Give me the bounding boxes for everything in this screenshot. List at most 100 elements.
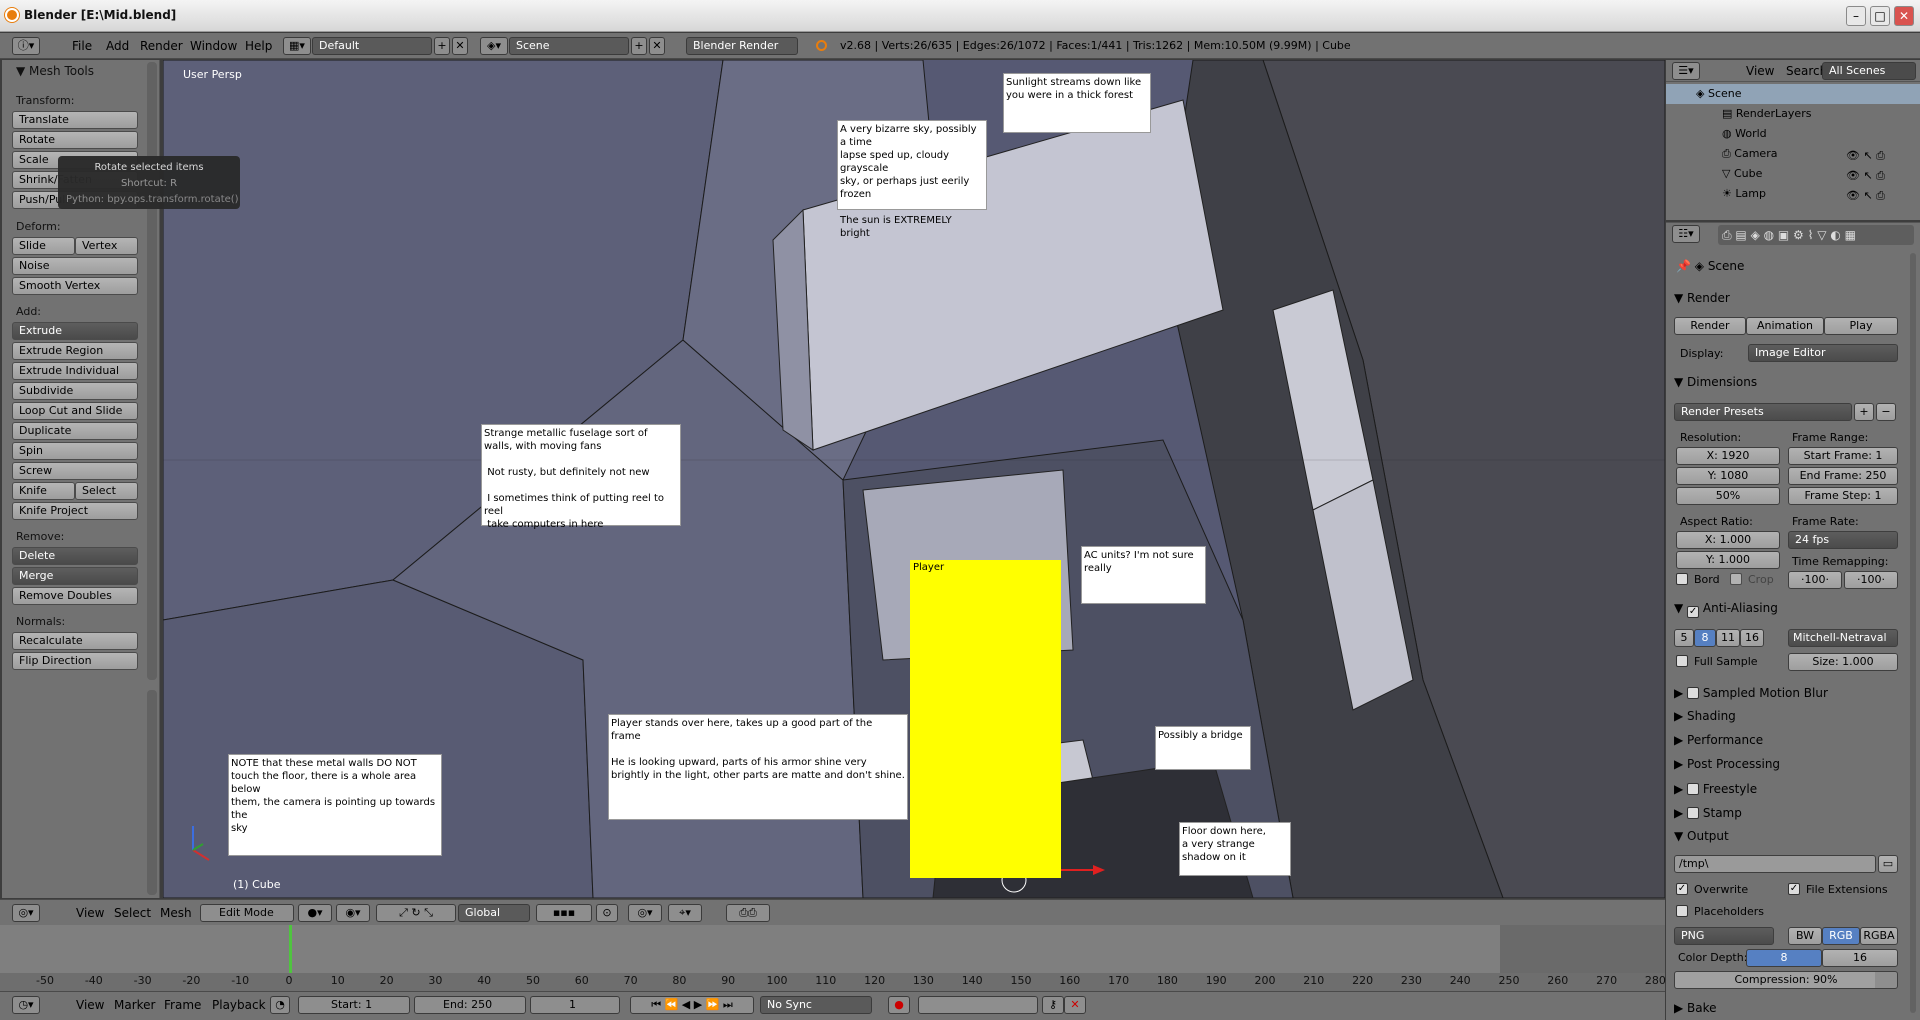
visibility-icons[interactable]: 👁 ↖ ⎙ 👁 ↖ ⎙ 👁 ↖ ⎙ xyxy=(1846,146,1885,206)
render-button[interactable]: Render xyxy=(1674,317,1746,335)
noise-button[interactable]: Noise xyxy=(12,257,138,275)
aspect-y-field[interactable]: Y: 1.000 xyxy=(1676,551,1780,569)
merge-menu[interactable]: Merge xyxy=(12,567,138,585)
tool-shelf-scrollbar[interactable] xyxy=(147,62,157,680)
screen-layout-field[interactable]: Default xyxy=(312,37,432,55)
aa-samples-8[interactable]: 8 xyxy=(1694,629,1716,647)
playback-controls-icon[interactable]: ⏮ ⏪ ◀ ▶ ⏩ ⏭ xyxy=(630,996,754,1014)
manipulator-icon[interactable]: ⤢ ↻ ⤡ xyxy=(376,904,456,922)
remap-new-field[interactable]: ·100· xyxy=(1844,571,1898,589)
color-bw-button[interactable]: BW xyxy=(1788,927,1822,945)
minimize-button[interactable]: – xyxy=(1846,6,1866,26)
color-rgb-button[interactable]: RGB xyxy=(1822,927,1860,945)
pivot-point-icon[interactable]: ◉▾ xyxy=(336,904,370,922)
freestyle-checkbox[interactable] xyxy=(1687,783,1700,795)
translate-button[interactable]: Translate xyxy=(12,111,138,129)
select-mode-icon[interactable]: ▪▪▪ xyxy=(536,904,592,922)
end-frame-field[interactable]: End: 250 xyxy=(414,996,526,1014)
timeline-ruler[interactable]: -50 -40 -30 -20 -10 0 10 20 30 40 50 60 70 80 90 100 110… xyxy=(0,973,1666,991)
crop-checkbox[interactable] xyxy=(1730,573,1742,585)
viewport-shading-icon[interactable]: ●▾ xyxy=(298,904,332,922)
menu-add[interactable]: Add xyxy=(106,39,129,53)
timeline-editor[interactable]: -50 -40 -30 -20 -10 0 10 20 30 40 50 60 70 80 90 100 110… xyxy=(0,925,1666,991)
timeline-playback-menu[interactable]: Playback xyxy=(212,998,266,1012)
color-depth-16-button[interactable]: 16 xyxy=(1822,949,1898,967)
anti-aliasing-panel-header[interactable]: ▼ ✓ Anti-Aliasing xyxy=(1674,601,1778,618)
placeholders-checkbox[interactable] xyxy=(1676,905,1688,917)
slide-vertex-button[interactable]: Vertex xyxy=(75,237,138,255)
snap-icon[interactable]: ⌖▾ xyxy=(668,904,702,922)
remove-preset-button[interactable]: − xyxy=(1876,403,1896,421)
sync-select[interactable]: No Sync xyxy=(760,996,872,1014)
render-presets-select[interactable]: Render Presets xyxy=(1674,403,1852,421)
remove-screen-button[interactable]: ✕ xyxy=(452,37,468,55)
properties-scrollbar[interactable] xyxy=(1910,253,1916,1013)
compression-slider[interactable]: Compression: 90% xyxy=(1674,971,1898,989)
outliner-editor-type-icon[interactable]: ☰▾ xyxy=(1672,62,1700,80)
outliner-row-world[interactable]: ◍ World xyxy=(1666,124,1920,144)
menu-render[interactable]: Render xyxy=(140,39,183,53)
timeline-view-menu[interactable]: View xyxy=(76,998,104,1012)
record-icon[interactable]: ● xyxy=(888,996,910,1014)
end-frame-field[interactable]: End Frame: 250 xyxy=(1788,467,1898,485)
resolution-percent-field[interactable]: 50% xyxy=(1676,487,1780,505)
3d-viewport[interactable]: User Persp (1) Cube A very bizarre sky, … xyxy=(163,60,1665,898)
maximize-button[interactable]: □ xyxy=(1870,6,1890,26)
occlude-icon[interactable]: ⊙ xyxy=(596,904,618,922)
proportional-icon[interactable]: ◎▾ xyxy=(628,904,662,922)
panel-post-processing[interactable]: ▶ Post Processing xyxy=(1674,757,1780,771)
remove-scene-button[interactable]: ✕ xyxy=(649,37,665,55)
render-panel-header[interactable]: ▼ Render xyxy=(1674,291,1730,305)
loop-cut-button[interactable]: Loop Cut and Slide xyxy=(12,402,138,420)
select-menu[interactable]: Select xyxy=(114,906,151,920)
dimensions-panel-header[interactable]: ▼ Dimensions xyxy=(1674,375,1757,389)
anti-aliasing-checkbox[interactable]: ✓ xyxy=(1687,606,1700,618)
output-path-field[interactable]: /tmp\ xyxy=(1674,855,1876,873)
menu-help[interactable]: Help xyxy=(245,39,272,53)
panel-stamp[interactable]: ▶ Stamp xyxy=(1674,805,1742,820)
timeline-frame-menu[interactable]: Frame xyxy=(164,998,201,1012)
scene-icon[interactable]: ◈▾ xyxy=(480,37,508,55)
aa-samples-16[interactable]: 16 xyxy=(1740,629,1764,647)
knife-button[interactable]: Knife xyxy=(12,482,75,500)
bake-panel-header[interactable]: ▶ Bake xyxy=(1674,1001,1717,1015)
properties-context-tabs[interactable]: ⎙ ▤ ◈ ◍ ▣ ⚙ ⌇ ▽ ◐ ▦ xyxy=(1718,225,1914,245)
rotate-button[interactable]: Rotate xyxy=(12,131,138,149)
scene-field[interactable]: Scene xyxy=(509,37,629,55)
screw-button[interactable]: Screw xyxy=(12,462,138,480)
duplicate-button[interactable]: Duplicate xyxy=(12,422,138,440)
keying-set-field[interactable] xyxy=(918,996,1038,1014)
add-screen-button[interactable]: + xyxy=(434,37,450,55)
spin-button[interactable]: Spin xyxy=(12,442,138,460)
output-folder-icon[interactable]: ▭ xyxy=(1878,855,1898,873)
border-checkbox[interactable] xyxy=(1676,573,1688,585)
menu-file[interactable]: File xyxy=(72,39,92,53)
delete-key-icon[interactable]: ✕ xyxy=(1064,996,1086,1014)
outliner-row-renderlayers[interactable]: ▤ RenderLayers xyxy=(1666,104,1920,124)
aa-samples-11[interactable]: 11 xyxy=(1716,629,1740,647)
mesh-menu[interactable]: Mesh xyxy=(160,906,192,920)
outliner-filter-select[interactable]: All Scenes xyxy=(1822,62,1916,80)
remap-old-field[interactable]: ·100· xyxy=(1788,571,1842,589)
start-frame-field[interactable]: Start Frame: 1 xyxy=(1788,447,1898,465)
outliner-view-menu[interactable]: View xyxy=(1746,64,1774,78)
remove-doubles-button[interactable]: Remove Doubles xyxy=(12,587,138,605)
color-rgba-button[interactable]: RGBA xyxy=(1860,927,1898,945)
extrude-individual-button[interactable]: Extrude Individual xyxy=(12,362,138,380)
viewport-editor-type-icon[interactable]: ◎▾ xyxy=(12,904,40,922)
color-depth-8-button[interactable]: 8 xyxy=(1746,949,1822,967)
view-menu[interactable]: View xyxy=(76,906,104,920)
orientation-select[interactable]: Global xyxy=(458,904,530,922)
screen-layout-icon[interactable]: ▦▾ xyxy=(283,37,311,55)
file-format-select[interactable]: PNG xyxy=(1674,927,1774,945)
start-frame-field[interactable]: Start: 1 xyxy=(298,996,410,1014)
outliner-row-scene[interactable]: ◈ Scene xyxy=(1666,84,1920,104)
render-engine-select[interactable]: Blender Render xyxy=(686,37,798,55)
add-scene-button[interactable]: + xyxy=(631,37,647,55)
resolution-x-field[interactable]: X: 1920 xyxy=(1676,447,1780,465)
aa-size-field[interactable]: Size: 1.000 xyxy=(1788,653,1898,671)
current-frame-field[interactable]: 1 xyxy=(530,996,620,1014)
output-panel-header[interactable]: ▼ Output xyxy=(1674,829,1729,843)
overwrite-checkbox[interactable]: ✓ xyxy=(1676,883,1688,895)
tool-options-scrollbar[interactable] xyxy=(147,690,157,895)
